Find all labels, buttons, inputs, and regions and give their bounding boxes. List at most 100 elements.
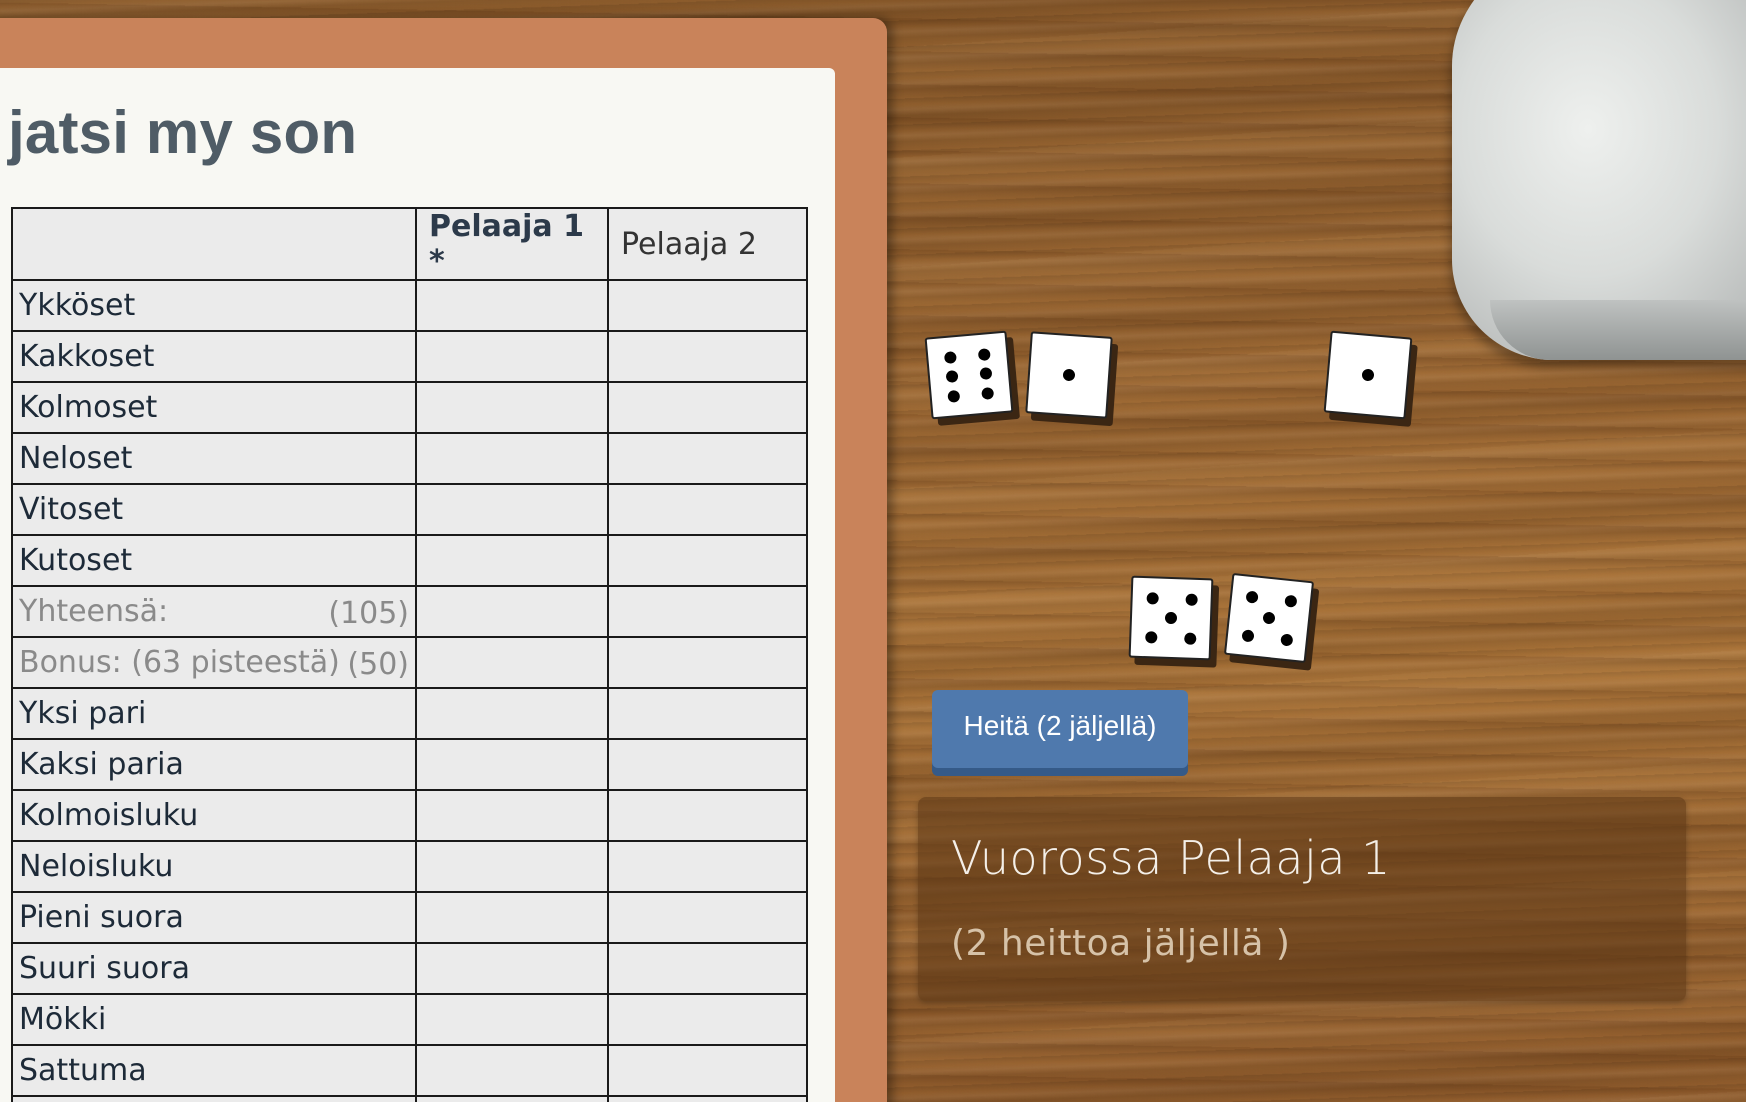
scorecard-header-row: Pelaaja 1 * Pelaaja 2 (11, 207, 808, 281)
score-category-name: Bonus: (63 pisteestä) (19, 645, 340, 680)
score-cell-player-1[interactable] (415, 330, 609, 383)
score-category-name: Pieni suora (19, 900, 184, 935)
score-cell-player-2[interactable] (607, 840, 808, 893)
header-player-2: Pelaaja 2 (607, 207, 808, 281)
score-category-label: Kaksi paria (11, 738, 417, 791)
score-cell-player-2[interactable] (607, 279, 808, 332)
die-3[interactable] (1323, 330, 1413, 420)
die-pip (1361, 368, 1375, 382)
scorecard-row: Kolmoset (11, 381, 808, 434)
score-cell-player-2[interactable] (607, 687, 808, 740)
score-cell-player-1[interactable] (415, 636, 609, 689)
score-category-label: Kolmoisluku (11, 789, 417, 842)
score-category-max: (50) (347, 647, 409, 682)
score-cell-player-1[interactable] (415, 789, 609, 842)
scorecard-row: Yksi pari (11, 687, 808, 740)
score-cell-player-2[interactable] (607, 483, 808, 536)
score-cell-player-2[interactable] (607, 585, 808, 638)
roll-button[interactable]: Heitä (2 jäljellä) (932, 690, 1188, 768)
scorecard-row: Ykköset (11, 279, 808, 332)
score-cell-player-2[interactable] (607, 993, 808, 1046)
score-cell-player-2[interactable] (607, 789, 808, 842)
die-5[interactable] (1223, 572, 1315, 664)
score-cell-player-1[interactable] (415, 1095, 609, 1102)
score-cell-player-1[interactable] (415, 585, 609, 638)
score-cell-player-2[interactable] (607, 738, 808, 791)
die-pip (1184, 592, 1198, 606)
scorecard-row: Kakkoset (11, 330, 808, 383)
score-category-name: Kolmoset (19, 390, 158, 425)
score-cell-player-1[interactable] (415, 687, 609, 740)
score-cell-player-1[interactable] (415, 1044, 609, 1097)
scorecard-row: Kaksi paria (11, 738, 808, 791)
scorecard-row: Kolmoisluku (11, 789, 808, 842)
die-pip (1245, 589, 1259, 604)
die-pip (947, 389, 961, 403)
score-category-name: Yhteensä: (19, 594, 169, 629)
die-pip (1164, 611, 1178, 625)
scorecard-row: Neloisluku (11, 840, 808, 893)
die-2[interactable] (1025, 331, 1113, 419)
score-cell-player-1[interactable] (415, 942, 609, 995)
scorecard-row: Suuri suora (11, 942, 808, 995)
score-category-name: Sattuma (19, 1053, 147, 1088)
scorecard-row: Mökki (11, 993, 808, 1046)
die-pip (1240, 628, 1255, 642)
current-turn-text: Vuorossa Pelaaja 1 (951, 831, 1391, 885)
score-category-name: Vitoset (19, 492, 124, 527)
header-player-1: Pelaaja 1 * (415, 207, 609, 281)
die-pip (1144, 630, 1158, 644)
header-category (11, 207, 417, 281)
die-pip (1183, 631, 1197, 645)
score-cell-player-2[interactable] (607, 1044, 808, 1097)
score-cell-player-1[interactable] (415, 891, 609, 944)
score-cell-player-1[interactable] (415, 381, 609, 434)
score-category-name: Kakkoset (19, 339, 155, 374)
score-category-name: Suuri suora (19, 951, 190, 986)
scorecard-row: Kutoset (11, 534, 808, 587)
score-category-name: Neloset (19, 441, 133, 476)
score-cell-player-1[interactable] (415, 840, 609, 893)
score-category-label: Kakkoset (11, 330, 417, 383)
die-pip (981, 386, 995, 400)
die-pip (979, 367, 993, 381)
die-4[interactable] (1128, 575, 1214, 661)
score-category-label: Yatzy (11, 1095, 417, 1102)
score-category-label: Neloisluku (11, 840, 417, 893)
scorecard-row: Sattuma (11, 1044, 808, 1097)
score-cell-player-2[interactable] (607, 942, 808, 995)
score-cell-player-1[interactable] (415, 279, 609, 332)
score-category-name: Mökki (19, 1002, 107, 1037)
score-cell-player-2[interactable] (607, 330, 808, 383)
score-cell-player-1[interactable] (415, 432, 609, 485)
score-category-label: Vitoset (11, 483, 417, 536)
die-1[interactable] (924, 330, 1014, 420)
score-cell-player-1[interactable] (415, 738, 609, 791)
score-category-label: Yhteensä: (105) (11, 585, 417, 638)
score-category-name: Neloisluku (19, 849, 174, 884)
scorecard-row: Yhteensä: (105) (11, 585, 808, 638)
score-category-label: Pieni suora (11, 891, 417, 944)
die-pip (977, 347, 991, 361)
die-pip (1262, 611, 1276, 625)
score-category-label: Neloset (11, 432, 417, 485)
dice-cup-rim (1490, 300, 1746, 360)
score-cell-player-1[interactable] (415, 483, 609, 536)
score-cell-player-2[interactable] (607, 636, 808, 689)
score-category-label: Ykköset (11, 279, 417, 332)
score-category-name: Ykköset (19, 288, 136, 323)
die-pip (1062, 368, 1076, 382)
die-pip (1145, 591, 1159, 605)
score-cell-player-2[interactable] (607, 1095, 808, 1102)
score-category-name: Kaksi paria (19, 747, 184, 782)
score-cell-player-1[interactable] (415, 993, 609, 1046)
score-cell-player-1[interactable] (415, 534, 609, 587)
score-cell-player-2[interactable] (607, 432, 808, 485)
score-cell-player-2[interactable] (607, 534, 808, 587)
score-cell-player-2[interactable] (607, 891, 808, 944)
score-category-label: Bonus: (63 pisteestä) (50) (11, 636, 417, 689)
die-pip (1283, 594, 1298, 608)
score-category-label: Sattuma (11, 1044, 417, 1097)
score-cell-player-2[interactable] (607, 381, 808, 434)
throws-left-text: (2 heittoa jäljellä ) (951, 923, 1291, 964)
